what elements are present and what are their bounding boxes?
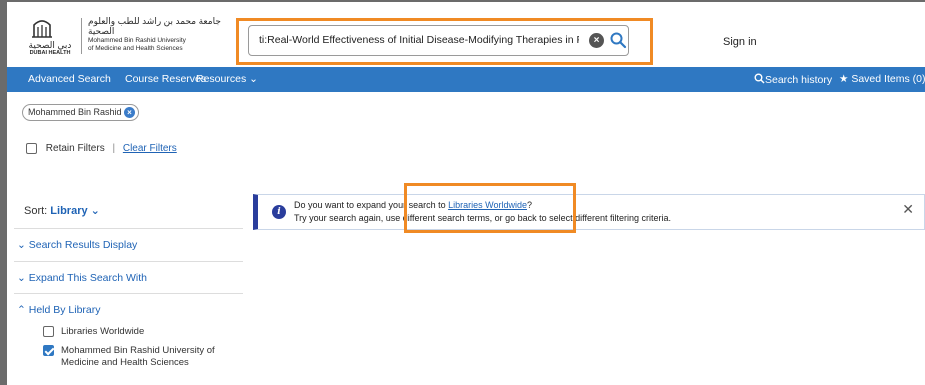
notice-prefix: Do you want to expand your search to <box>294 200 449 210</box>
history-search-icon <box>754 73 765 84</box>
library-worldwide-label: Libraries Worldwide <box>61 326 145 337</box>
info-icon: i <box>272 205 286 219</box>
logo-english-dubai-health: DUBAI HEALTH <box>29 50 71 56</box>
nav-advanced-search[interactable]: Advanced Search <box>28 73 111 85</box>
section-label: ⌃ Held By Library <box>17 304 101 316</box>
nav-resources[interactable]: Resources ⌄ <box>196 73 258 85</box>
window-frame-left <box>0 0 7 385</box>
star-icon: ★ <box>839 73 849 85</box>
logo-arabic-university: جامعة محمد بن راشد للطب والعلوم الصحية <box>88 16 221 36</box>
chevron-down-icon: ⌄ <box>17 239 26 251</box>
clear-search-button[interactable]: × <box>589 33 604 48</box>
university-logo[interactable]: دبي الصحية DUBAI HEALTH جامعة محمد بن را… <box>25 16 235 56</box>
saved-items-label: Saved Items (0) <box>851 73 925 85</box>
building-logo-icon <box>32 20 52 38</box>
section-held-by-library[interactable]: ⌃ Held By Library <box>14 293 243 385</box>
logo-english-line2: of Medicine and Health Sciences <box>88 45 183 52</box>
nav-course-reserves[interactable]: Course Reserves <box>125 73 206 85</box>
clear-filters-link[interactable]: Clear Filters <box>123 143 177 154</box>
sort-control[interactable]: Sort: Library ⌄ <box>24 204 100 217</box>
logo-divider <box>81 18 82 54</box>
retain-filters-row: Retain Filters | Clear Filters <box>26 143 177 154</box>
section-label: ⌄ Expand This Search With <box>17 272 147 284</box>
expand-search-notice: i Do you want to expand your search to L… <box>253 194 925 230</box>
search-input[interactable]: ti:Real-World Effectiveness of Initial D… <box>248 25 629 56</box>
section-expand-search[interactable]: ⌄ Expand This Search With <box>14 261 243 293</box>
logo-english-university: Mohammed Bin Rashid University of Medici… <box>88 37 233 53</box>
retain-filters-label[interactable]: Retain Filters <box>46 143 105 154</box>
sort-label: Sort: <box>24 205 48 217</box>
notice-line2: Try your search again, use different sea… <box>294 213 672 223</box>
library-worldwide-checkbox[interactable] <box>43 326 54 337</box>
nav-search-history[interactable]: Search history <box>754 73 832 86</box>
close-icon[interactable]: ✕ <box>902 201 914 218</box>
filters-separator: | <box>112 143 116 155</box>
sidebar: Sort: Library ⌄ ⌄ Search Results Display… <box>7 176 243 385</box>
sort-value[interactable]: Library <box>50 205 87 217</box>
chevron-down-icon: ⌄ <box>90 205 100 217</box>
sign-in-link[interactable]: Sign in <box>723 36 757 48</box>
chevron-up-icon: ⌃ <box>17 304 26 316</box>
notice-suffix: ? <box>526 200 532 210</box>
retain-filters-checkbox[interactable] <box>26 143 37 154</box>
libraries-worldwide-link[interactable]: Libraries Worldwide <box>448 200 527 210</box>
search-history-label: Search history <box>765 74 833 86</box>
section-held-by-library-label: Held By Library <box>28 304 101 316</box>
section-expand-search-label: Expand This Search With <box>28 272 148 284</box>
nav-bar: Advanced Search Course Reserves Resource… <box>7 67 925 92</box>
section-search-results-display-label: Search Results Display <box>28 239 138 251</box>
section-search-results-display[interactable]: ⌄ Search Results Display <box>14 228 243 261</box>
chevron-down-icon: ⌄ <box>17 272 26 284</box>
filter-chip-label: Mohammed Bin Rashid ... <box>28 107 132 117</box>
search-query-text[interactable]: ti:Real-World Effectiveness of Initial D… <box>259 34 579 46</box>
remove-filter-button[interactable]: × <box>124 107 135 118</box>
header: دبي الصحية DUBAI HEALTH جامعة محمد بن را… <box>7 2 925 67</box>
nav-saved-items[interactable]: ★ Saved Items (0) <box>839 73 925 85</box>
filter-chip[interactable]: Mohammed Bin Rashid ... × <box>22 104 139 121</box>
logo-arabic-dubai-health: دبي الصحية <box>28 40 72 50</box>
logo-english-line1: Mohammed Bin Rashid University <box>88 37 186 44</box>
section-label: ⌄ Search Results Display <box>17 239 137 251</box>
library-mbru-checkbox[interactable] <box>43 345 54 356</box>
notice-line1: Do you want to expand your search to Lib… <box>294 200 532 210</box>
search-icon[interactable] <box>609 31 627 49</box>
library-mbru-label: Mohammed Bin Rashid University of Medici… <box>61 345 215 368</box>
